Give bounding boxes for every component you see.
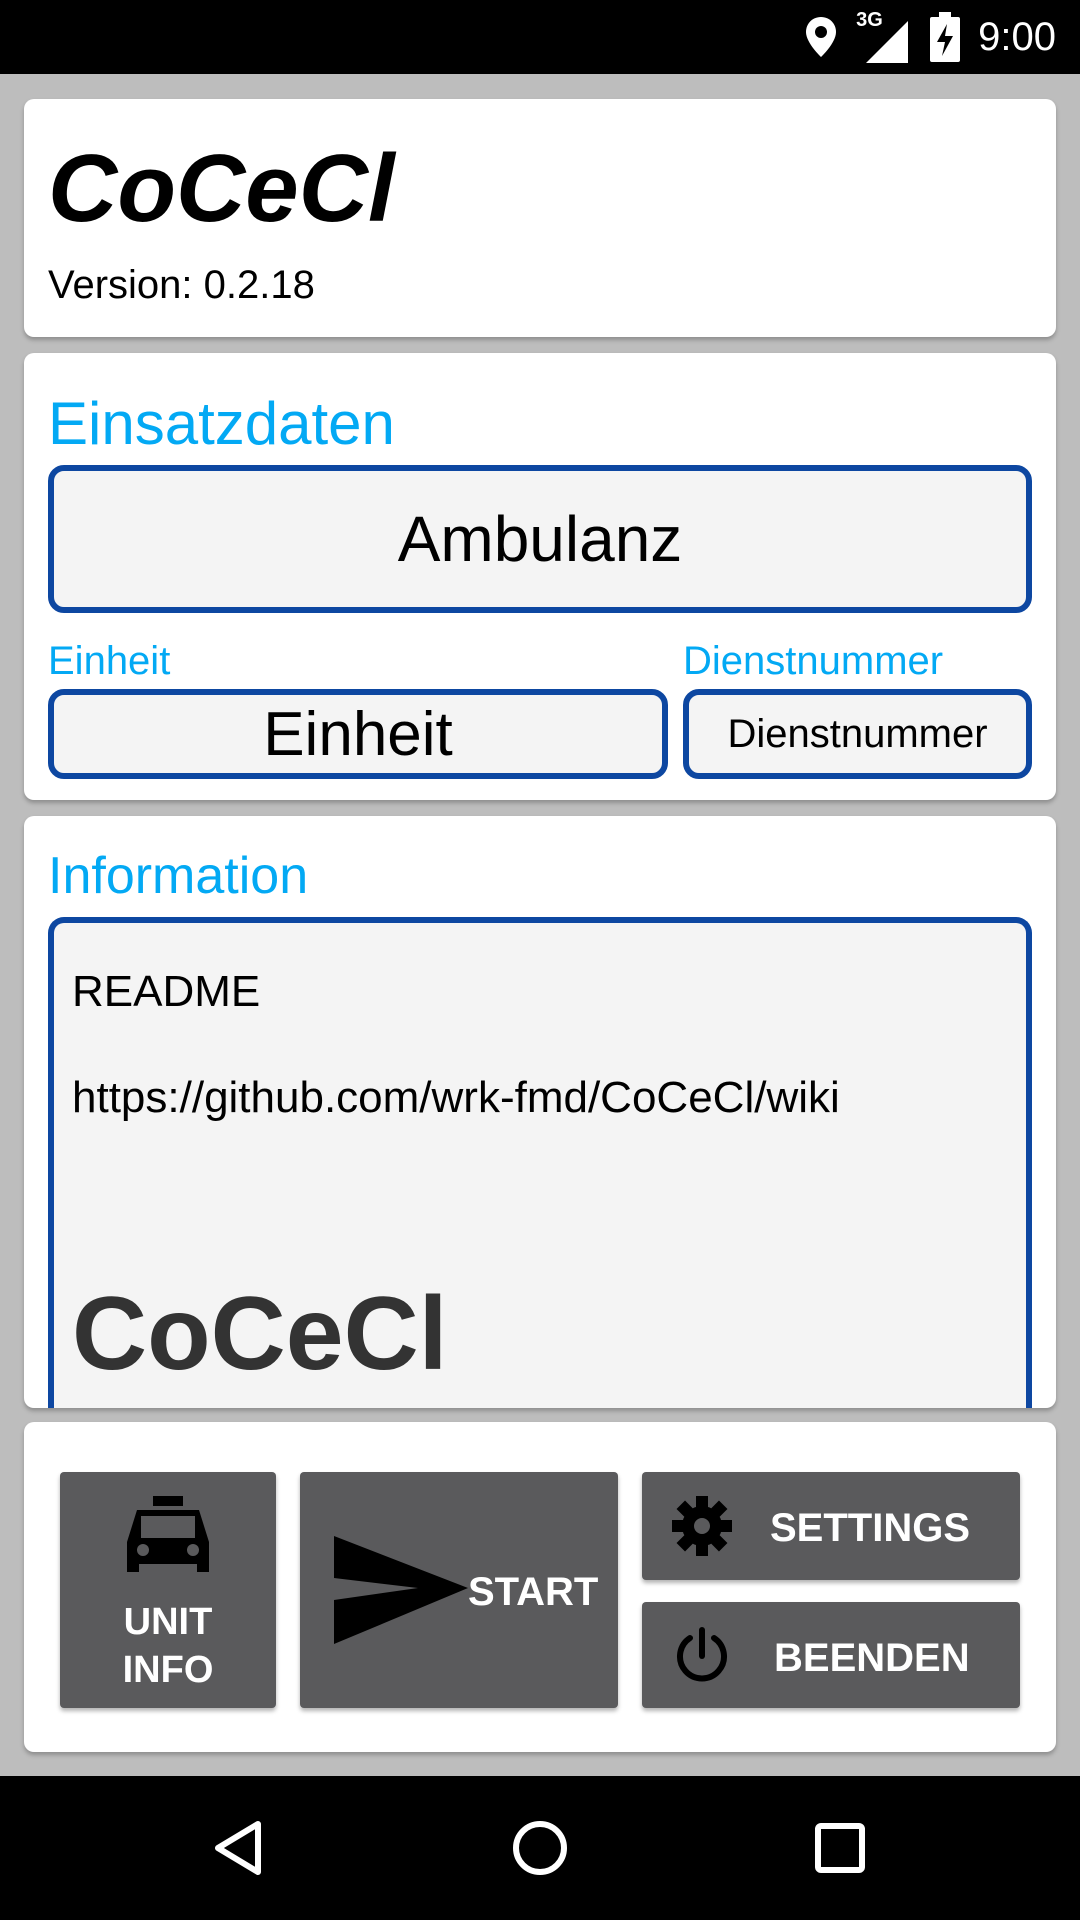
power-icon (677, 1627, 727, 1682)
information-heading: Information (48, 847, 309, 905)
taxi-icon (127, 1496, 209, 1572)
start-button[interactable]: START (300, 1472, 618, 1708)
service-number-label: Dienstnummer (683, 639, 944, 683)
service-number-field[interactable]: Dienstnummer (683, 689, 1032, 779)
unit-info-button[interactable]: UNIT INFO (60, 1472, 276, 1708)
signal-icon: 3G (856, 7, 912, 67)
info-big-title: CoCeCl (72, 1276, 448, 1392)
unit-label: Einheit (48, 639, 171, 683)
unit-info-label: UNIT INFO (122, 1601, 214, 1691)
app-title: CoCeCl (48, 135, 395, 242)
exit-label: BEENDEN (774, 1636, 970, 1680)
actions-card: UNIT INFO START SETTINGS BEENDEN (24, 1422, 1056, 1752)
status-bar: 3G 9:00 (0, 0, 1080, 74)
status-time: 9:00 (978, 14, 1056, 59)
back-icon[interactable] (210, 1818, 270, 1878)
readme-text: README (72, 967, 261, 1016)
mission-type-button[interactable]: Ambulanz (48, 465, 1032, 613)
location-icon (806, 17, 837, 57)
app-header-card: CoCeCl Version: 0.2.18 (24, 99, 1056, 337)
status-icons: 3G 9:00 (804, 0, 1056, 74)
gear-icon (672, 1496, 732, 1556)
recents-icon[interactable] (810, 1818, 870, 1878)
wiki-link[interactable]: https://github.com/wrk-fmd/CoCeCl/wiki (72, 1073, 840, 1123)
battery-charging-icon (930, 12, 961, 62)
exit-button[interactable]: BEENDEN (642, 1602, 1020, 1708)
settings-button[interactable]: SETTINGS (642, 1472, 1020, 1580)
version-text: Version: 0.2.18 (48, 263, 315, 307)
unit-field[interactable]: Einheit (48, 689, 668, 779)
information-card: Information README https://github.com/wr… (24, 816, 1056, 1408)
navigation-bar (0, 1776, 1080, 1920)
einsatzdaten-heading: Einsatzdaten (48, 390, 395, 457)
einsatzdaten-card: Einsatzdaten Ambulanz Einheit Dienstnumm… (24, 353, 1056, 800)
information-textview[interactable]: README https://github.com/wrk-fmd/CoCeCl… (48, 917, 1032, 1408)
settings-label: SETTINGS (770, 1506, 971, 1550)
send-icon (334, 1536, 468, 1644)
home-icon[interactable] (510, 1818, 570, 1878)
start-label: START (468, 1570, 599, 1614)
